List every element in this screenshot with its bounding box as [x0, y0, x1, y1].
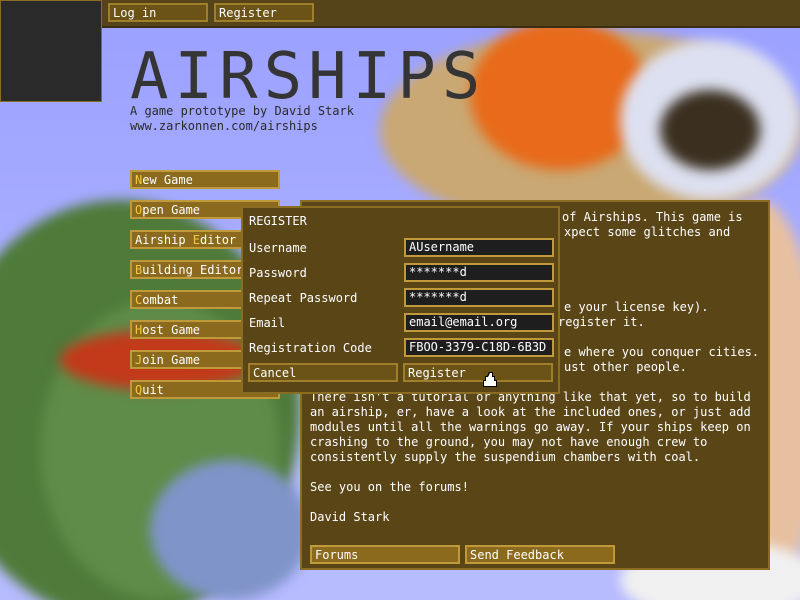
menu-label: ost Game	[142, 323, 201, 337]
register-dialog: REGISTER Username AUsername Password ***…	[241, 206, 560, 394]
forums-button[interactable]: Forums	[310, 545, 460, 564]
registration-code-field[interactable]: FBOO-3379-C18D-6B3D	[404, 338, 554, 357]
menu-label: oin Game	[142, 353, 201, 367]
registration-code-label: Registration Code	[249, 341, 372, 355]
menu-label: ew Game	[142, 173, 193, 187]
info-forums-line: See you on the forums!	[310, 480, 469, 494]
register-top-button[interactable]: Register	[214, 3, 314, 22]
menu-label: ombat	[142, 293, 179, 307]
username-label: Username	[249, 241, 307, 255]
info-text: xpect some glitches and	[564, 225, 731, 239]
game-title: AIRSHIPS	[130, 40, 487, 114]
register-top-label: Register	[219, 6, 277, 20]
password-label: Password	[249, 266, 307, 280]
send-feedback-label: Send Feedback	[470, 548, 564, 562]
menu-label: pen Game	[142, 203, 201, 217]
register-label: Register	[408, 366, 466, 380]
minimap-box	[0, 0, 102, 102]
info-text: register it.	[558, 315, 645, 329]
game-url: www.zarkonnen.com/airships	[130, 119, 318, 133]
send-feedback-button[interactable]: Send Feedback	[465, 545, 615, 564]
menu-label: ditor	[200, 233, 237, 247]
menu-label: uilding Editor	[142, 263, 244, 277]
mouse-cursor-icon	[483, 372, 497, 387]
login-button[interactable]: Log in	[108, 3, 208, 22]
username-field[interactable]: AUsername	[404, 238, 554, 257]
password-field[interactable]: *******d	[404, 263, 554, 282]
menu-new-game[interactable]: New Game	[130, 170, 280, 189]
email-field[interactable]: email@email.org	[404, 313, 554, 332]
cancel-button[interactable]: Cancel	[248, 363, 398, 382]
register-button[interactable]: Register	[403, 363, 553, 382]
info-text: e your license key).	[564, 300, 709, 314]
login-label: Log in	[113, 6, 157, 20]
info-text: of Airships. This game is	[562, 210, 743, 224]
hotkey-letter: E	[192, 233, 201, 247]
menu-label: Airship	[135, 233, 193, 247]
menu-label: uit	[142, 383, 164, 397]
info-signature: David Stark	[310, 510, 390, 524]
repeat-password-label: Repeat Password	[249, 291, 358, 305]
email-label: Email	[249, 316, 286, 330]
cancel-label: Cancel	[253, 366, 297, 380]
repeat-password-field[interactable]: *******d	[404, 288, 554, 307]
info-paragraph: There isn't a tutorial or anything like …	[310, 390, 751, 464]
forums-label: Forums	[315, 548, 359, 562]
info-text: ust other people.	[564, 360, 687, 374]
info-text: e where you conquer cities.	[564, 345, 760, 359]
game-subtitle: A game prototype by David Stark	[130, 104, 354, 118]
dialog-title: REGISTER	[249, 214, 307, 228]
